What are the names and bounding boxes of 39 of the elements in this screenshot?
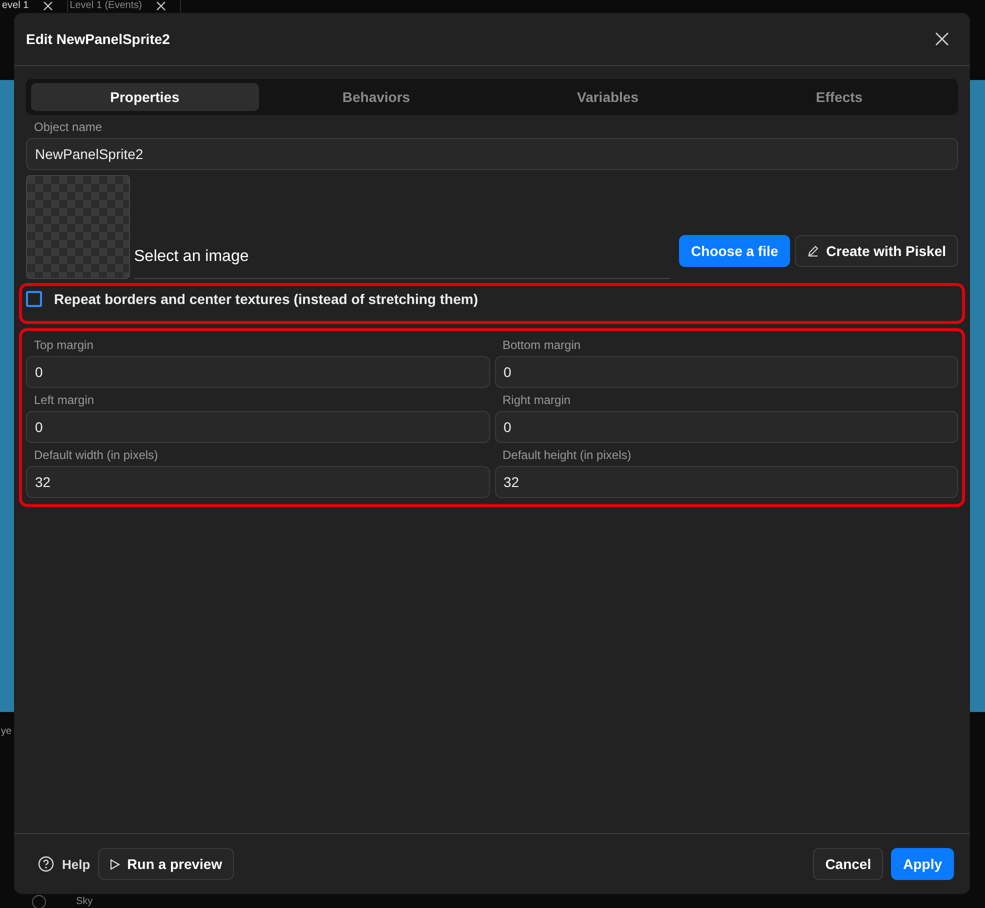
help-button[interactable]: Help (38, 856, 90, 872)
object-name-field[interactable]: NewPanelSprite2 (26, 138, 958, 170)
number-field[interactable]: 32 (494, 466, 958, 498)
editor-tab[interactable]: Level 1 (Events) (68, 0, 181, 12)
number-field[interactable]: 0 (494, 411, 958, 443)
field-label: Left margin (34, 393, 96, 407)
number-field[interactable]: 0 (26, 356, 490, 388)
play-icon (110, 858, 120, 870)
tab[interactable]: Effects (726, 83, 953, 111)
close-icon[interactable] (42, 1, 53, 11)
field-label: Default width (in pixels) (34, 448, 160, 462)
field-label: Object name (34, 120, 104, 134)
checkbox-label: Repeat borders and center textures (instead of stretching them) (54, 291, 478, 307)
number-field[interactable]: 32 (26, 466, 490, 498)
select-image-label[interactable]: Select an image (134, 248, 670, 279)
tab[interactable]: Properties (31, 83, 258, 111)
checkbox[interactable] (26, 291, 42, 307)
create-with-piskel-button[interactable]: Create with Piskel (795, 235, 958, 267)
field-label: Default height (in pixels) (502, 448, 632, 462)
dialog-title: Edit NewPanelSprite2 (26, 31, 170, 47)
panel-label: ye (1, 726, 12, 737)
field-label: Top margin (34, 338, 94, 352)
layer-name: Sky (76, 896, 93, 908)
pencil-icon (807, 245, 820, 257)
apply-button[interactable]: Apply (891, 848, 954, 880)
cancel-button[interactable]: Cancel (813, 848, 884, 880)
tab[interactable]: Variables (494, 83, 722, 111)
tab[interactable]: Behaviors (262, 83, 490, 111)
field-label: Right margin (502, 393, 572, 407)
help-icon (38, 856, 54, 872)
editor-tab[interactable]: evel 1 (0, 0, 68, 12)
run-preview-button[interactable]: Run a preview (98, 848, 234, 880)
close-icon[interactable] (934, 31, 950, 47)
number-field[interactable]: 0 (494, 356, 958, 388)
choose-file-button[interactable]: Choose a file (679, 235, 790, 267)
field-label: Bottom margin (502, 338, 582, 352)
close-icon[interactable] (156, 1, 166, 11)
circle-icon (32, 895, 46, 908)
number-field[interactable]: 0 (26, 411, 490, 443)
